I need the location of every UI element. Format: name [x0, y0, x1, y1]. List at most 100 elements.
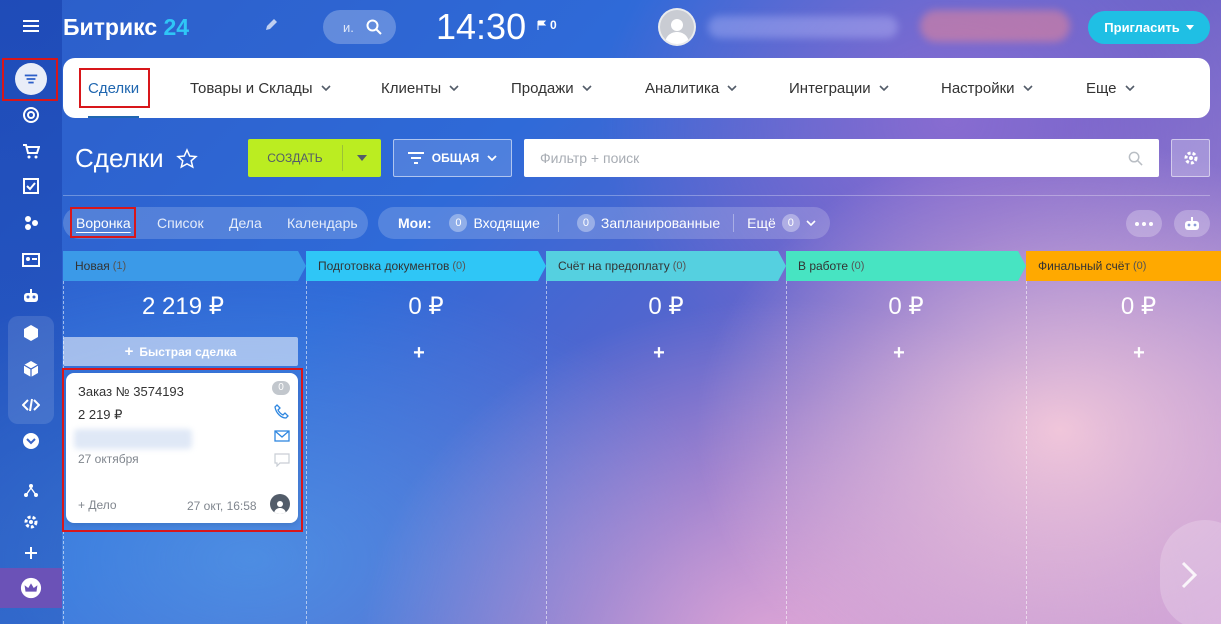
menu-clients[interactable]: Клиенты — [381, 58, 459, 118]
planned-count: 0 — [576, 214, 595, 232]
menu-settings[interactable]: Настройки — [941, 58, 1033, 118]
add-deal-plus[interactable]: + — [546, 342, 772, 365]
chevron-down-icon — [1124, 85, 1135, 91]
phone-icon[interactable] — [274, 404, 290, 420]
chevron-down-icon — [806, 220, 816, 226]
stage-name: Финальный счёт — [1038, 259, 1130, 273]
column-divider — [546, 281, 547, 624]
stage-count: (0) — [1132, 260, 1147, 272]
menu-label: Сделки — [88, 79, 140, 97]
add-deal-plus[interactable]: + — [306, 342, 532, 365]
add-deal-plus[interactable]: + — [1026, 342, 1221, 365]
client-name-blurred — [74, 429, 192, 449]
add-plus-icon[interactable] — [0, 536, 62, 570]
avatar[interactable] — [658, 8, 696, 46]
contact-card-icon[interactable] — [0, 243, 62, 277]
settings-button[interactable] — [1171, 139, 1210, 177]
menu-more[interactable]: Еще — [1086, 58, 1135, 118]
stage-name: Подготовка документов — [318, 259, 450, 273]
top-search-input[interactable]: и. — [323, 10, 396, 44]
edit-pencil-icon[interactable] — [264, 18, 278, 37]
menu-sales[interactable]: Продажи — [511, 58, 592, 118]
scroll-next-button[interactable] — [1160, 520, 1221, 624]
menu-label: Интеграции — [789, 79, 871, 97]
responsible-avatar[interactable] — [270, 494, 290, 514]
more-count: 0 — [781, 214, 800, 232]
box-icon[interactable] — [0, 316, 62, 350]
gear-icon[interactable] — [0, 505, 62, 539]
divider — [557, 214, 559, 232]
stage-header-docs[interactable]: Подготовка документов (0) — [306, 251, 538, 281]
stage-header-final[interactable]: Финальный счёт (0) — [1026, 251, 1221, 281]
filter-search-placeholder: Фильтр + поиск — [540, 150, 640, 166]
more-circle-icon[interactable] — [0, 424, 62, 458]
invite-button[interactable]: Пригласить — [1088, 11, 1210, 44]
tasks-checkbox-icon[interactable] — [0, 169, 62, 203]
logo-main: Битрикс — [63, 14, 158, 40]
page-title-text: Сделки — [75, 143, 164, 173]
divider — [63, 195, 1210, 196]
package-icon[interactable] — [0, 352, 62, 386]
robots-button[interactable] — [1174, 210, 1210, 237]
clock[interactable]: 14:30 — [436, 6, 526, 48]
planned-label: Запланированные — [600, 215, 721, 231]
column-divider — [306, 281, 307, 624]
pie-chart-icon[interactable] — [0, 206, 62, 240]
stage-header-inwork[interactable]: В работе (0) — [786, 251, 1018, 281]
target-icon[interactable] — [0, 98, 62, 132]
tab-kanban[interactable]: Воронка — [76, 207, 131, 239]
more-dots-button[interactable] — [1126, 210, 1162, 237]
robot-icon[interactable] — [0, 279, 62, 313]
tab-list[interactable]: Список — [157, 207, 204, 239]
menu-label: Аналитика — [645, 79, 720, 97]
menu-analytics[interactable]: Аналитика — [645, 58, 737, 118]
counter-planned[interactable]: 0 Запланированные — [576, 214, 721, 232]
deal-counter: 0 — [272, 381, 290, 395]
app-logo[interactable]: Битрикс 24 — [63, 14, 189, 41]
divider — [733, 214, 735, 232]
counter-incoming[interactable]: 0 Входящие — [449, 214, 540, 232]
stage-header-prepay[interactable]: Счёт на предоплату (0) — [546, 251, 778, 281]
deal-title[interactable]: Заказ № 3574193 — [78, 384, 184, 399]
star-icon[interactable] — [175, 147, 198, 170]
filter-preset-button[interactable]: ОБЩАЯ — [393, 139, 512, 177]
stage-count: (0) — [672, 260, 687, 272]
counters-bar: Мои: 0 Входящие 0 Запланированные Ещё 0 — [378, 207, 830, 239]
incoming-count: 0 — [449, 214, 468, 232]
column-divider — [786, 281, 787, 624]
chevron-down-icon — [449, 85, 459, 91]
chat-icon[interactable] — [274, 452, 290, 468]
stage-sum: 0 ₽ — [888, 293, 924, 320]
add-activity-link[interactable]: + Дело — [78, 498, 117, 512]
crm-filter-icon[interactable] — [0, 62, 62, 96]
menu-deals[interactable]: Сделки — [88, 58, 140, 118]
cart-icon[interactable] — [0, 134, 62, 168]
code-icon[interactable] — [0, 388, 62, 422]
flag-counter[interactable]: 0 — [537, 18, 557, 32]
deal-card[interactable]: Заказ № 3574193 2 219 ₽ 27 октября 0 + Д… — [66, 373, 298, 523]
column-divider — [1026, 281, 1027, 624]
crown-icon[interactable] — [0, 568, 62, 608]
menu-integrations[interactable]: Интеграции — [789, 58, 889, 118]
filter-search-input[interactable]: Фильтр + поиск — [524, 139, 1159, 177]
quick-deal-button[interactable]: + Быстрая сделка — [63, 337, 298, 366]
add-deal-plus[interactable]: + — [786, 342, 1012, 365]
email-icon[interactable] — [274, 428, 290, 444]
menu-burger-icon[interactable] — [0, 9, 62, 43]
chevron-down-icon[interactable] — [343, 155, 381, 161]
tab-calendar[interactable]: Календарь — [287, 207, 358, 239]
stage-header-new[interactable]: Новая (1) — [63, 251, 298, 281]
stage-sum: 2 219 ₽ — [142, 293, 224, 320]
counter-more[interactable]: Ещё 0 — [747, 214, 816, 232]
chevron-down-icon — [879, 85, 889, 91]
structure-icon[interactable] — [0, 474, 62, 508]
tab-activities[interactable]: Дела — [229, 207, 262, 239]
stage-sum: 0 ₽ — [1120, 293, 1157, 320]
chevron-right-icon — [1181, 561, 1198, 589]
create-button[interactable]: СОЗДАТЬ — [248, 139, 381, 177]
stage-name: В работе — [798, 259, 849, 273]
menu-products[interactable]: Товары и Склады — [190, 58, 331, 118]
flag-count: 0 — [550, 18, 557, 32]
left-sidebar — [0, 0, 62, 624]
stage-sum: 0 ₽ — [648, 293, 684, 320]
